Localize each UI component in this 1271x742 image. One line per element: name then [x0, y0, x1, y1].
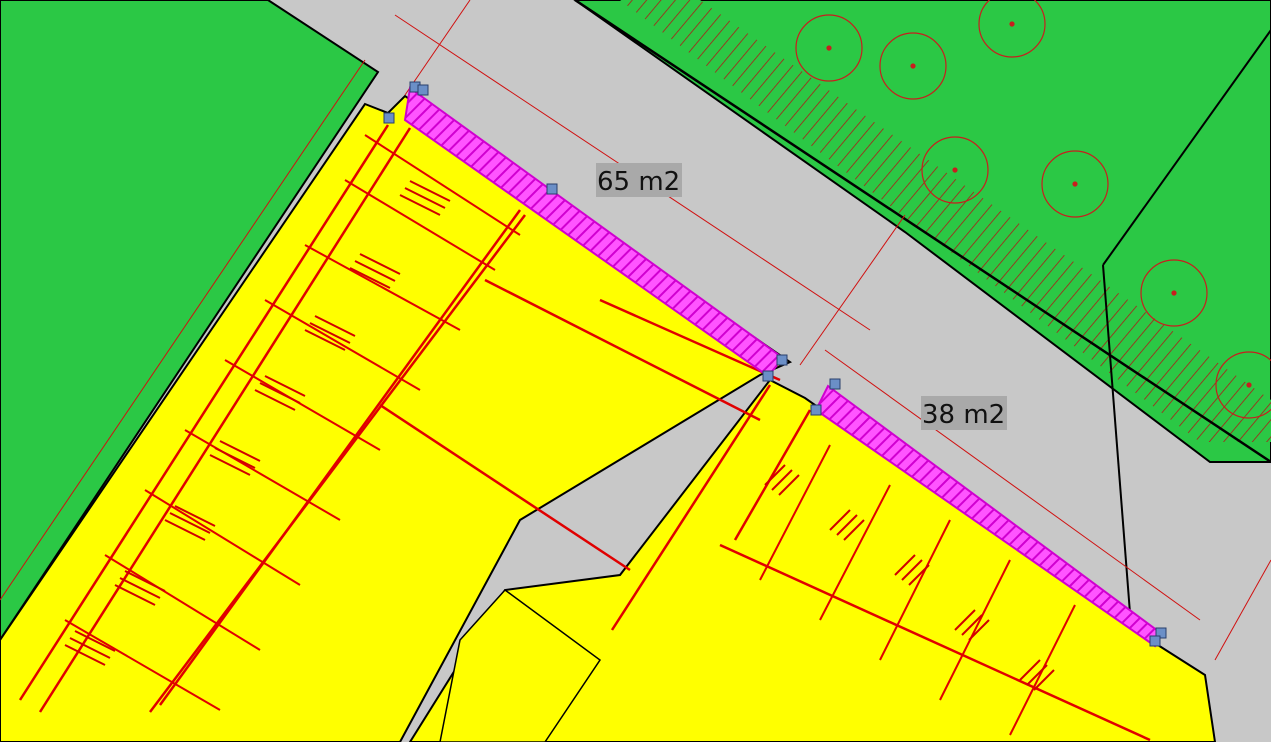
vertex-handle[interactable] — [383, 112, 395, 124]
cadastral-map[interactable]: 65 m2 38 m2 — [0, 0, 1271, 742]
area-label-north-text: 65 m2 — [597, 167, 680, 197]
vertex-handle[interactable] — [776, 354, 788, 366]
vertex-handle[interactable] — [810, 404, 822, 416]
vertex-handle[interactable] — [1149, 635, 1161, 647]
vertex-handle[interactable] — [829, 378, 841, 390]
area-label-north: 65 m2 — [596, 163, 682, 197]
vertex-handle[interactable] — [762, 370, 774, 382]
area-label-south-text: 38 m2 — [922, 400, 1005, 430]
area-label-south: 38 m2 — [921, 396, 1007, 430]
vertex-handle[interactable] — [546, 183, 558, 195]
vertex-handle[interactable] — [417, 84, 429, 96]
